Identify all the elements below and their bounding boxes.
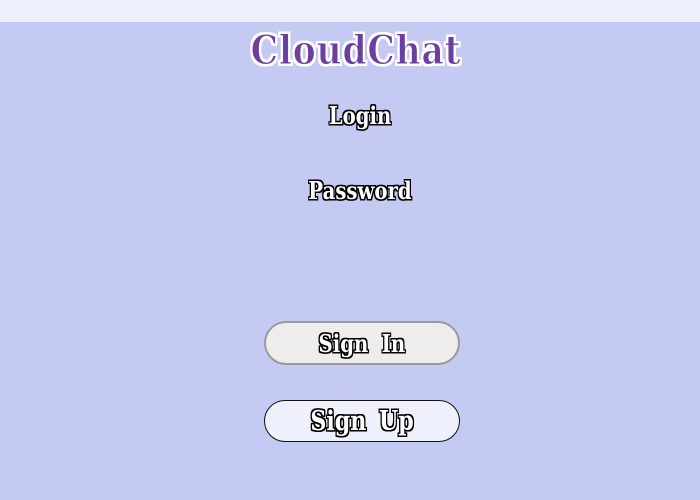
login-label: Login: [328, 101, 392, 130]
sign-up-button-label: Sign Up: [310, 405, 414, 437]
sign-in-button[interactable]: Sign In: [264, 321, 460, 365]
sign-up-button[interactable]: Sign Up: [264, 400, 460, 442]
sign-in-button-label: Sign In: [318, 328, 406, 358]
top-bar: [0, 0, 700, 22]
password-label: Password: [308, 176, 412, 205]
app-title: CloudChat: [250, 27, 462, 75]
